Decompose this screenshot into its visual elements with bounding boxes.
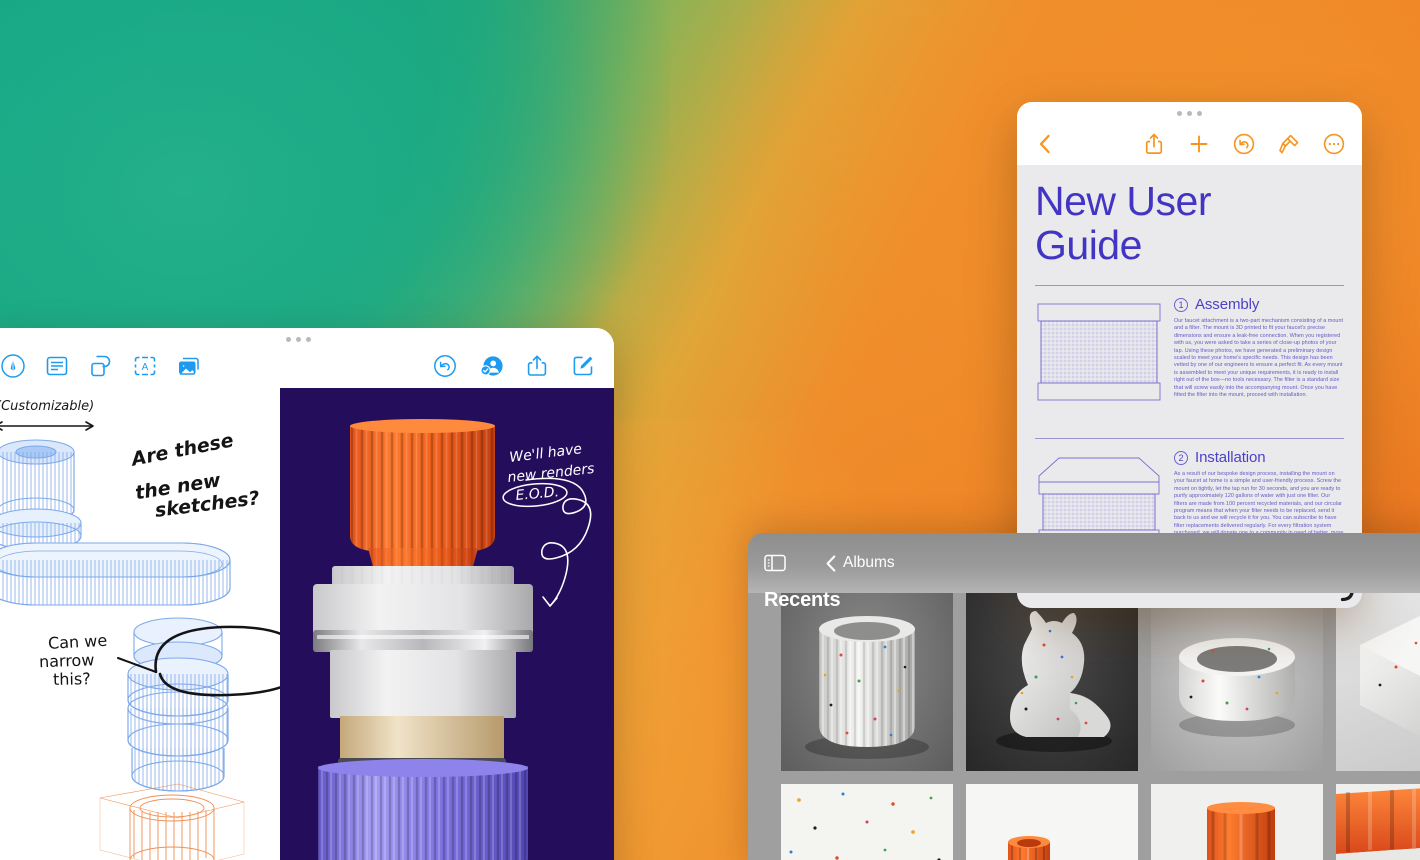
- section-divider: [1035, 285, 1344, 286]
- text-box-icon[interactable]: A: [132, 353, 158, 379]
- photo-grid: [781, 585, 1420, 860]
- sketch-canvas[interactable]: (Customizable) Are these the new sketche…: [0, 388, 614, 860]
- photos-app-window[interactable]: Recents Albums: [748, 533, 1420, 860]
- section-body-text: Our faucet attachment is a two-part mech…: [1174, 318, 1344, 399]
- brush-icon[interactable]: [1277, 132, 1301, 156]
- photos-toolbar: Albums: [748, 533, 1420, 593]
- plus-icon[interactable]: [1187, 132, 1211, 156]
- albums-back-button[interactable]: Albums: [826, 554, 895, 572]
- albums-back-label: Albums: [843, 554, 895, 571]
- share-icon[interactable]: [524, 353, 550, 379]
- annotation-are-these-new-sketches: Are these the new sketches?: [129, 429, 261, 522]
- guide-titlebar: [1017, 102, 1362, 165]
- sketch-app-window[interactable]: A (Customizable) Are these the new sketc…: [0, 328, 614, 860]
- photo-thumbnail[interactable]: [781, 585, 953, 771]
- section-divider: [1035, 438, 1344, 439]
- section-number-badge: 1: [1174, 297, 1188, 312]
- annotation-customizable: (Customizable): [0, 399, 94, 431]
- shapes-icon[interactable]: [88, 353, 114, 379]
- photo-thumbnail[interactable]: [1151, 585, 1323, 771]
- section-title: Installation: [1195, 449, 1266, 466]
- guide-section-text: 1 Assembly Our faucet attachment is a tw…: [1174, 295, 1344, 416]
- person-badge-icon[interactable]: [478, 353, 504, 379]
- undo-icon[interactable]: [432, 353, 458, 379]
- sketch-tools-right: [432, 353, 596, 379]
- window-menu-dots[interactable]: [0, 328, 614, 342]
- guide-section-header: 1 Assembly: [1174, 296, 1344, 313]
- photo-thumbnail[interactable]: [966, 784, 1138, 860]
- photo-thumbnail[interactable]: [1151, 784, 1323, 860]
- photo-thumbnail[interactable]: [966, 585, 1138, 771]
- faucet-filter-render: We'll have new renders E.O.D.: [280, 388, 614, 860]
- section-title: Assembly: [1195, 296, 1260, 313]
- note-icon[interactable]: [44, 353, 70, 379]
- photo-stack-icon[interactable]: [176, 353, 202, 379]
- document-title-line-1: New User: [1035, 178, 1211, 224]
- document-title: New User Guide: [1035, 179, 1344, 267]
- sketch-tools-left: A: [0, 353, 202, 379]
- guide-toolbar: [1017, 124, 1362, 164]
- photo-thumbnail[interactable]: [1336, 784, 1420, 860]
- render-image-card[interactable]: We'll have new renders E.O.D.: [280, 388, 614, 860]
- section-number-badge: 2: [1174, 450, 1188, 465]
- chevron-left-icon[interactable]: [1033, 132, 1057, 156]
- photo-thumbnail[interactable]: [781, 784, 953, 860]
- svg-text:A: A: [142, 362, 149, 373]
- guide-section-header: 2 Installation: [1174, 449, 1344, 466]
- ellipsis-circle-icon[interactable]: [1322, 132, 1346, 156]
- sidebar-toggle-icon[interactable]: [764, 554, 786, 572]
- share-icon[interactable]: [1142, 132, 1166, 156]
- sketch-toolbar: A: [0, 328, 614, 388]
- compose-icon[interactable]: [570, 353, 596, 379]
- filter-cartridge-front-diagram: [1035, 295, 1165, 416]
- photo-thumbnail[interactable]: [1336, 585, 1420, 771]
- window-menu-dots[interactable]: [1017, 102, 1362, 116]
- svg-text:(Customizable): (Customizable): [0, 399, 94, 414]
- guide-section: 1 Assembly Our faucet attachment is a tw…: [1035, 295, 1344, 416]
- pen-circle-icon[interactable]: [0, 353, 26, 379]
- album-title: Recents: [764, 589, 841, 611]
- undo-icon[interactable]: [1232, 132, 1256, 156]
- chevron-left-icon: [826, 554, 836, 572]
- document-title-line-2: Guide: [1035, 222, 1142, 268]
